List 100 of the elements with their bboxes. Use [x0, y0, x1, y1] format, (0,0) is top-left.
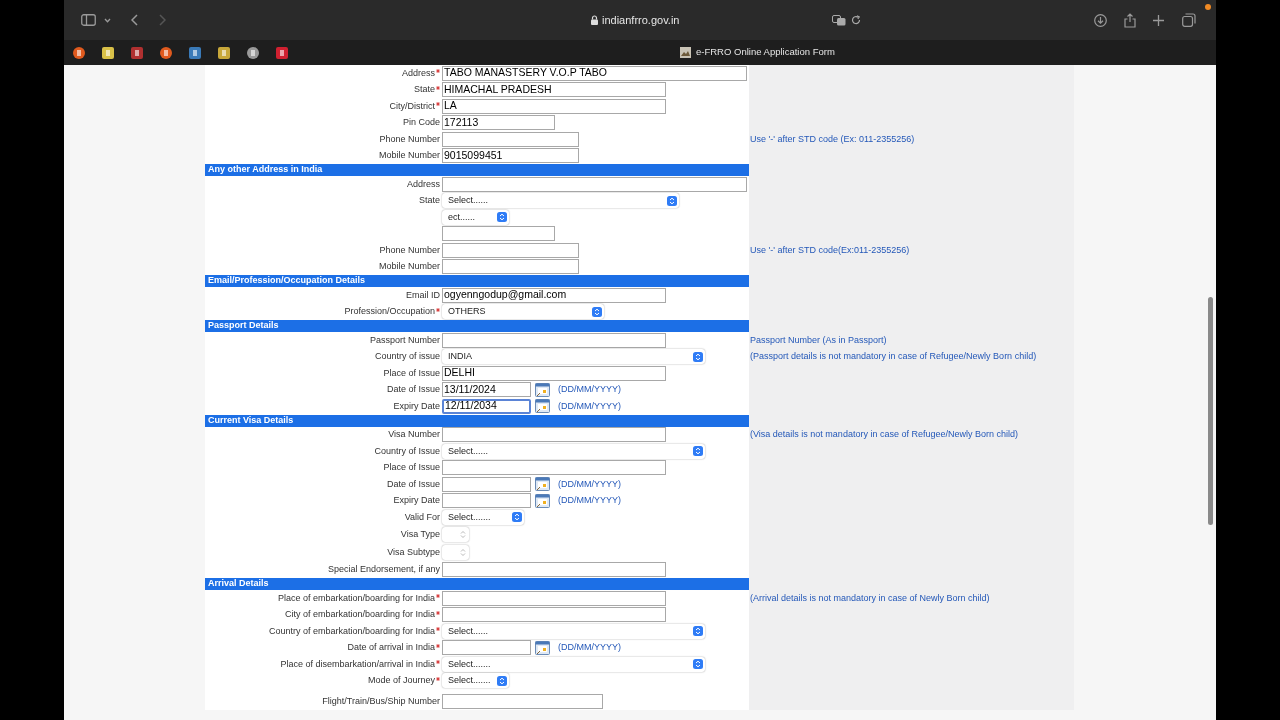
- stepper-icon: [497, 675, 507, 686]
- text-field[interactable]: [442, 590, 666, 606]
- stepper-icon: [693, 659, 703, 670]
- chevron-down-icon[interactable]: [104, 17, 111, 23]
- field-label: Pin Code: [402, 116, 440, 129]
- field-label: City of embarkation/boarding for India: [284, 608, 435, 621]
- bookmark-favicon-icon[interactable]: [247, 46, 259, 59]
- field-label: Country of embarkation/boarding for India: [268, 624, 435, 638]
- text-field[interactable]: 172113: [442, 115, 555, 131]
- text-field[interactable]: [442, 460, 666, 476]
- calendar-icon[interactable]: [535, 493, 550, 508]
- bookmark-favicon-icon[interactable]: [73, 46, 85, 59]
- text-field[interactable]: TABO MANASTSERY V.O.P TABO: [442, 65, 747, 81]
- text-field[interactable]: HIMACHAL PRADESH: [442, 82, 666, 98]
- text-field[interactable]: [442, 226, 555, 242]
- date-field[interactable]: 12/11/2034: [442, 398, 531, 414]
- text-field[interactable]: [442, 332, 666, 348]
- field-label: Expiry Date: [393, 399, 440, 413]
- text-field[interactable]: [442, 259, 579, 275]
- field-label: Visa Subtype: [387, 545, 440, 559]
- text-field[interactable]: LA: [442, 98, 666, 114]
- field-label: Flight/Train/Bus/Ship Number: [322, 694, 440, 708]
- calendar-icon[interactable]: [535, 477, 550, 492]
- field-label: Date of Issue: [386, 477, 440, 491]
- plus-icon[interactable]: [1153, 14, 1165, 26]
- reload-icon[interactable]: [851, 15, 862, 25]
- scrollbar-thumb[interactable]: [1208, 297, 1213, 525]
- stepper-icon: [592, 306, 602, 317]
- text-field[interactable]: [442, 131, 579, 147]
- stepper-icon: [497, 212, 507, 223]
- calendar-icon[interactable]: [535, 399, 550, 414]
- stepper-icon: [459, 548, 467, 557]
- field-label: Email ID: [406, 288, 440, 302]
- text-field[interactable]: [442, 427, 666, 443]
- field-label: Address: [401, 66, 435, 80]
- share-icon[interactable]: [1124, 12, 1137, 28]
- back-icon[interactable]: [131, 14, 138, 26]
- field-label: Date of arrival in India: [347, 641, 435, 654]
- dropdown[interactable]: Select.......: [442, 673, 509, 689]
- date-field[interactable]: [442, 476, 531, 492]
- text-field[interactable]: [442, 242, 579, 258]
- text-field[interactable]: [442, 693, 603, 709]
- text-field[interactable]: DELHI: [442, 365, 666, 381]
- field-label: Expiry Date: [393, 494, 440, 507]
- bookmark-favicon-icon[interactable]: [160, 46, 172, 59]
- section-header: Arrival Details: [205, 578, 749, 590]
- date-field[interactable]: [442, 493, 531, 509]
- download-icon[interactable]: [1094, 13, 1108, 27]
- dropdown[interactable]: INDIA: [442, 349, 705, 365]
- url-text[interactable]: indianfrro.gov.in: [602, 11, 680, 29]
- help-text: Passport Number (As in Passport): [750, 333, 887, 347]
- date-format-hint: (DD/MM/YYYY): [558, 477, 621, 491]
- dropdown[interactable]: OTHERS: [442, 304, 604, 320]
- translate-icon[interactable]: [832, 14, 847, 26]
- bookmark-favicon-icon[interactable]: [189, 46, 201, 59]
- tabs-overview-icon[interactable]: [1182, 13, 1197, 27]
- text-field[interactable]: 9015099451: [442, 148, 579, 164]
- field-label: Place of embarkation/boarding for India: [277, 591, 435, 605]
- field-label: Date of Issue: [386, 383, 440, 396]
- bookmark-favicon-icon[interactable]: [276, 46, 288, 59]
- date-field[interactable]: 13/11/2024: [442, 382, 531, 398]
- section-header: Any other Address in India: [205, 164, 749, 176]
- stepper-icon: [512, 512, 522, 523]
- dropdown[interactable]: ect......: [442, 209, 509, 225]
- calendar-icon[interactable]: [535, 640, 550, 655]
- help-text: (Arrival details is not mandatory in case of Newly Born child): [750, 591, 990, 605]
- field-label: Place of disembarkation/arrival in India: [280, 657, 435, 671]
- field-label: Profession/Occupation: [344, 305, 435, 318]
- stepper-icon: [693, 446, 703, 457]
- lock-icon: [591, 15, 598, 25]
- field-label: Special Endorsement, if any: [327, 563, 440, 576]
- date-field[interactable]: [442, 640, 531, 656]
- text-field[interactable]: [442, 176, 747, 192]
- dropdown[interactable]: Select......: [442, 623, 705, 639]
- bookmark-favicon-icon[interactable]: [102, 46, 114, 59]
- field-label: Mode of Journey: [367, 674, 435, 687]
- field-label: Mobile Number: [378, 260, 440, 273]
- dropdown[interactable]: Select.......: [442, 509, 524, 525]
- dropdown[interactable]: Select.......: [442, 656, 705, 672]
- bookmark-favicon-icon[interactable]: [218, 46, 230, 59]
- field-label: Phone Number: [379, 243, 440, 257]
- calendar-icon[interactable]: [535, 382, 550, 397]
- field-label: Country of issue: [374, 350, 440, 363]
- field-label: City/District: [389, 99, 435, 113]
- section-header: Current Visa Details: [205, 414, 749, 427]
- field-label: Phone Number: [379, 132, 440, 146]
- field-label: Passport Number: [369, 333, 440, 347]
- tab-title[interactable]: e-FRRO Online Application Form: [696, 45, 835, 60]
- dropdown[interactable]: Select......: [442, 443, 705, 459]
- sidebar-icon[interactable]: [81, 14, 96, 26]
- date-format-hint: (DD/MM/YYYY): [558, 641, 621, 654]
- bookmark-favicon-icon[interactable]: [131, 46, 143, 59]
- field-label: State: [414, 83, 435, 96]
- dropdown[interactable]: Select......: [442, 193, 679, 209]
- section-header: Passport Details: [205, 320, 749, 332]
- text-field[interactable]: ogyenngodup@gmail.com: [442, 287, 666, 303]
- text-field[interactable]: [442, 607, 666, 623]
- date-format-hint: (DD/MM/YYYY): [558, 383, 621, 396]
- text-field[interactable]: [442, 562, 666, 578]
- field-label: Visa Type: [400, 527, 440, 541]
